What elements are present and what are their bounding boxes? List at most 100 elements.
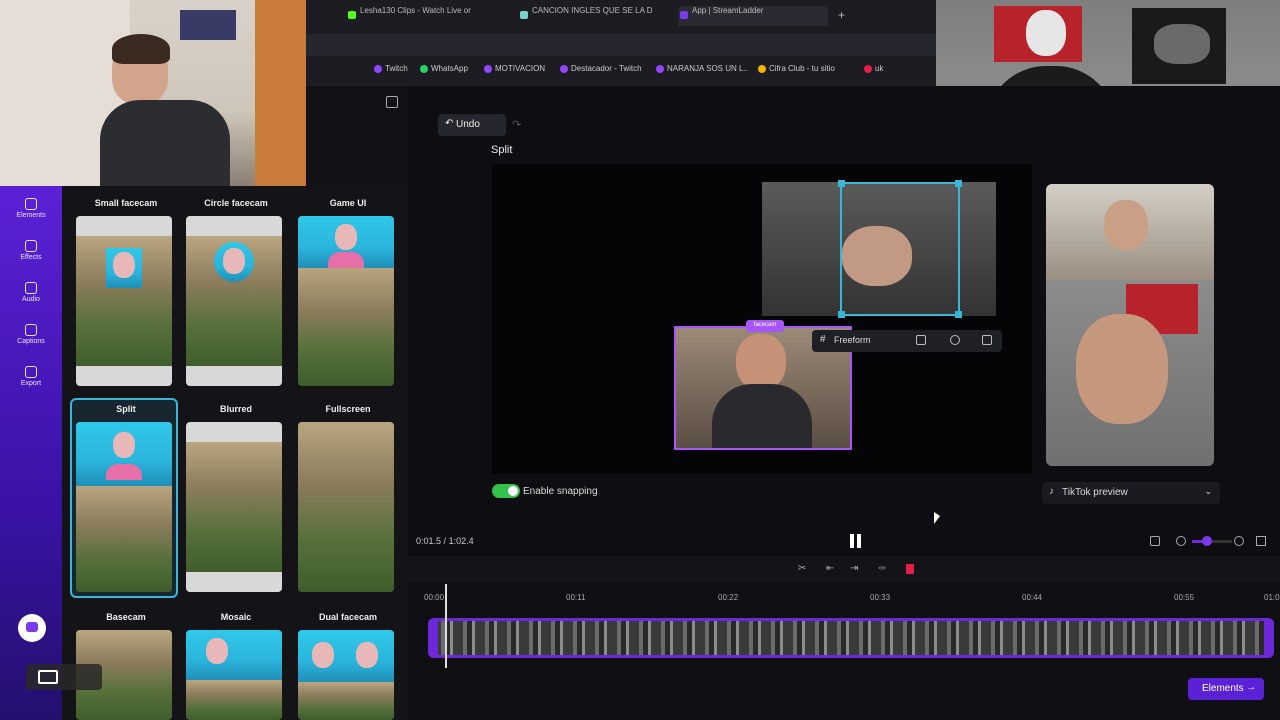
crop-handle[interactable] [838, 180, 845, 187]
zoom-slider-thumb[interactable] [1202, 536, 1212, 546]
zoom-in-icon[interactable] [1234, 536, 1244, 546]
freeform-dropdown[interactable]: Freeform [834, 335, 871, 345]
browser-chrome: Lesha130 Clips - Watch Live or CANCION I… [306, 0, 936, 86]
timeline: ✂ ⇤ ⇥ ⇹ 00:00 00:11 00:22 00:33 00:44 00… [408, 556, 1280, 720]
bookmark[interactable]: MOTIVACION [484, 64, 545, 73]
layout-game-ui[interactable]: Game UI [298, 198, 398, 386]
new-tab-button[interactable]: + [838, 8, 845, 22]
layout-dual-facecam[interactable]: Dual facecam [298, 612, 398, 720]
duplicate-icon[interactable] [982, 335, 992, 345]
preview-dropdown[interactable]: ♪ TikTok preview ⌄ [1042, 482, 1220, 504]
twitch-icon [484, 65, 492, 73]
bookmark-label: MOTIVACION [495, 64, 546, 73]
twitch-icon [560, 65, 568, 73]
layout-basecam[interactable]: Basecam [76, 612, 176, 720]
delete-icon[interactable] [906, 564, 914, 574]
audio-icon [25, 282, 37, 294]
time-total: 1:02.4 [448, 536, 474, 546]
layout-mosaic[interactable]: Mosaic [186, 612, 286, 720]
crop-face [736, 334, 786, 390]
trim-end-icon[interactable]: ⇥ [850, 563, 858, 574]
layout-thumbnail [186, 216, 282, 386]
sidebar-item-label: Captions [17, 338, 45, 345]
sidebar-item-audio[interactable]: Audio [0, 282, 62, 303]
crop-handle[interactable] [955, 311, 962, 318]
bookmark[interactable]: Cifra Club - tu sitio [758, 64, 835, 73]
undo-button[interactable]: ↶ Undo [438, 114, 506, 136]
layout-label: Blurred [219, 404, 252, 414]
clip-handle-right[interactable] [1264, 618, 1274, 658]
link-icon[interactable] [950, 335, 960, 345]
layout-label: Split [116, 404, 136, 414]
pause-icon [850, 534, 854, 548]
layout-blurred[interactable]: Blurred [186, 404, 286, 592]
bookmark[interactable]: WhatsApp [420, 64, 468, 73]
facecam-crop-box[interactable] [838, 180, 962, 318]
crop-handle[interactable] [838, 311, 845, 318]
export-icon [25, 366, 37, 378]
tiktok-action-icons [1196, 344, 1206, 424]
sidebar-item-label: Effects [20, 254, 42, 261]
layout-fullscreen[interactable]: Fullscreen [298, 404, 398, 592]
layout-small-facecam[interactable]: Small facecam [76, 198, 176, 386]
layout-label: Circle facecam [204, 198, 268, 208]
timeline-tick: 00:33 [870, 593, 891, 602]
elements-button[interactable]: Elements → [1188, 678, 1264, 700]
sidebar-item-label: Elements [16, 212, 46, 219]
browser-tab[interactable]: CANCION INGLES QUE SE LA D [518, 6, 670, 26]
snapping-toggle[interactable] [492, 484, 520, 498]
panel-header [306, 86, 408, 186]
layout-thumbnail [76, 216, 172, 386]
trim-start-icon[interactable]: ⇤ [826, 563, 834, 574]
layout-thumbnail [298, 422, 394, 592]
crop-tag: facecam [746, 320, 784, 332]
address-bar[interactable] [306, 34, 936, 56]
video-clip-track[interactable] [428, 618, 1274, 658]
undo-icon: ↶ [445, 118, 454, 129]
streamladder-icon [680, 11, 688, 19]
bookmark[interactable]: NARANJA SOS UN L.. [656, 64, 748, 73]
layout-circle-facecam[interactable]: Circle facecam [186, 198, 286, 386]
fullscreen-icon[interactable] [1256, 536, 1266, 546]
split-icon[interactable]: ✂ [798, 563, 806, 574]
timeline-tick: 00:44 [1022, 593, 1043, 602]
redo-button[interactable]: ↷ [512, 118, 521, 131]
sidebar-item-export[interactable]: Export [0, 366, 62, 387]
layout-split[interactable]: Split [70, 398, 178, 598]
collapse-panel-icon[interactable] [386, 96, 398, 108]
reset-icon[interactable] [916, 335, 926, 345]
crop-handle[interactable] [955, 180, 962, 187]
zoom-slider[interactable] [1192, 536, 1232, 546]
timeline-tick: 00:22 [718, 593, 739, 602]
arrow-right-icon: → [1246, 682, 1256, 693]
elements-icon [25, 198, 37, 210]
browser-tab-active[interactable]: App | StreamLadder [678, 6, 828, 26]
bookmark[interactable]: Twitch [374, 64, 408, 73]
sidebar-item-captions[interactable]: Captions [0, 324, 62, 345]
bookmark-label: Twitch [385, 64, 408, 73]
browser-tab[interactable]: Lesha130 Clips - Watch Live or [346, 6, 488, 26]
timeline-tick: 00:55 [1174, 593, 1195, 602]
clip-handle-left[interactable] [428, 618, 438, 658]
timeline-tick: 00:11 [566, 593, 586, 602]
merge-icon[interactable]: ⇹ [878, 563, 886, 574]
pause-button[interactable] [850, 534, 862, 548]
sidebar-item-effects[interactable]: Effects [0, 240, 62, 261]
bookmark[interactable]: uk [864, 64, 883, 73]
sidebar-item-elements[interactable]: Elements [0, 198, 62, 219]
volume-icon[interactable] [1150, 536, 1160, 546]
playhead[interactable] [445, 584, 447, 668]
chat-icon [26, 622, 38, 632]
bookmark-label: NARANJA SOS UN L.. [667, 64, 748, 73]
bookmark-label: Cifra Club - tu sitio [769, 64, 835, 73]
music-icon [520, 11, 528, 19]
bookmark[interactable]: Destacador - Twitch [560, 64, 642, 73]
chat-support-button[interactable] [18, 614, 46, 642]
zoom-out-icon[interactable] [1176, 536, 1186, 546]
streamer-webcam-left [0, 0, 306, 186]
crop-body [712, 384, 812, 448]
effects-icon [25, 240, 37, 252]
timeline-toolbar: ✂ ⇤ ⇥ ⇹ [408, 556, 1280, 582]
layout-label: Mosaic [220, 612, 252, 622]
tab-label: CANCION INGLES QUE SE LA D [532, 6, 653, 15]
